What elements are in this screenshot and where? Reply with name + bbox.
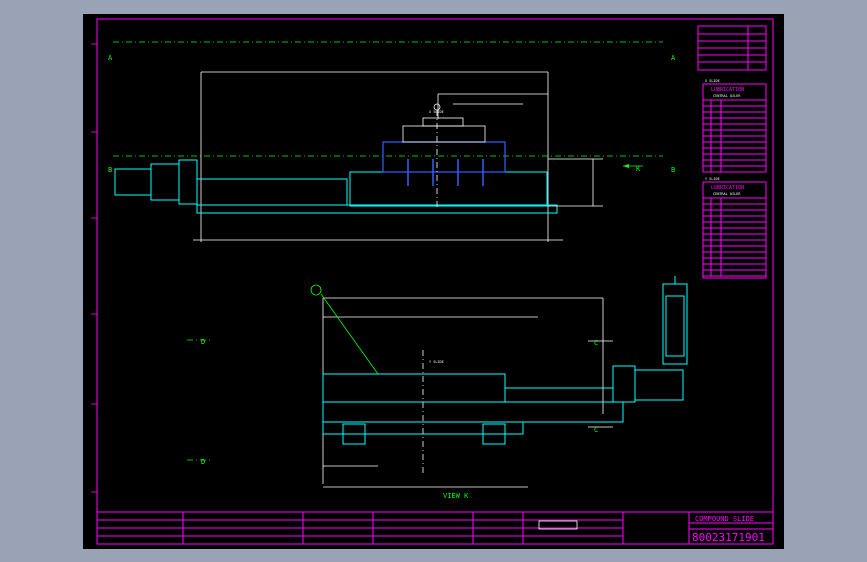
title-block: COMPOUND SLIDE 80023171901 [96, 511, 774, 545]
label-d-bottom: D [201, 458, 205, 466]
lub-x-axis: X SLIDE [705, 79, 720, 83]
y-slide-label: Y SLIDE [429, 360, 444, 364]
label-d-top: D [201, 338, 205, 346]
view-label: VIEW K [443, 492, 469, 500]
lubrication-table-y: Y SLIDE LUBRICATION CENTRAL OILER [702, 177, 767, 279]
cad-drawing: A A B B K C C D D VIEW K X SLIDE Y SLIDE… [91, 18, 774, 545]
section-labels: A A B B K C C D D VIEW K X SLIDE Y SLIDE [108, 54, 676, 500]
lub-y-subtitle: CENTRAL OILER [713, 192, 741, 196]
notes-table [697, 25, 767, 71]
top-view [113, 41, 663, 242]
label-a-left: A [108, 54, 113, 62]
lub-y-axis: Y SLIDE [705, 177, 720, 181]
label-a-right: A [671, 54, 676, 62]
label-b-right: B [671, 166, 675, 174]
label-c-top: C [594, 339, 598, 347]
lub-x-subtitle: CENTRAL OILER [713, 94, 741, 98]
drawing-border [96, 18, 774, 545]
label-b-left: B [108, 166, 112, 174]
drawing-number: 80023171901 [692, 531, 765, 544]
drawing-sheet: A A B B K C C D D VIEW K X SLIDE Y SLIDE… [83, 14, 784, 549]
label-c-bottom: C [594, 426, 598, 434]
bottom-view [187, 276, 688, 488]
lub-y-title: LUBRICATION [711, 185, 744, 191]
drawing-title: COMPOUND SLIDE [695, 515, 754, 523]
lub-x-title: LUBRICATION [711, 87, 744, 93]
lubrication-table-x: X SLIDE LUBRICATION CENTRAL OILER [702, 79, 767, 173]
x-slide-label: X SLIDE [429, 110, 444, 114]
edge-ticks [91, 43, 97, 493]
